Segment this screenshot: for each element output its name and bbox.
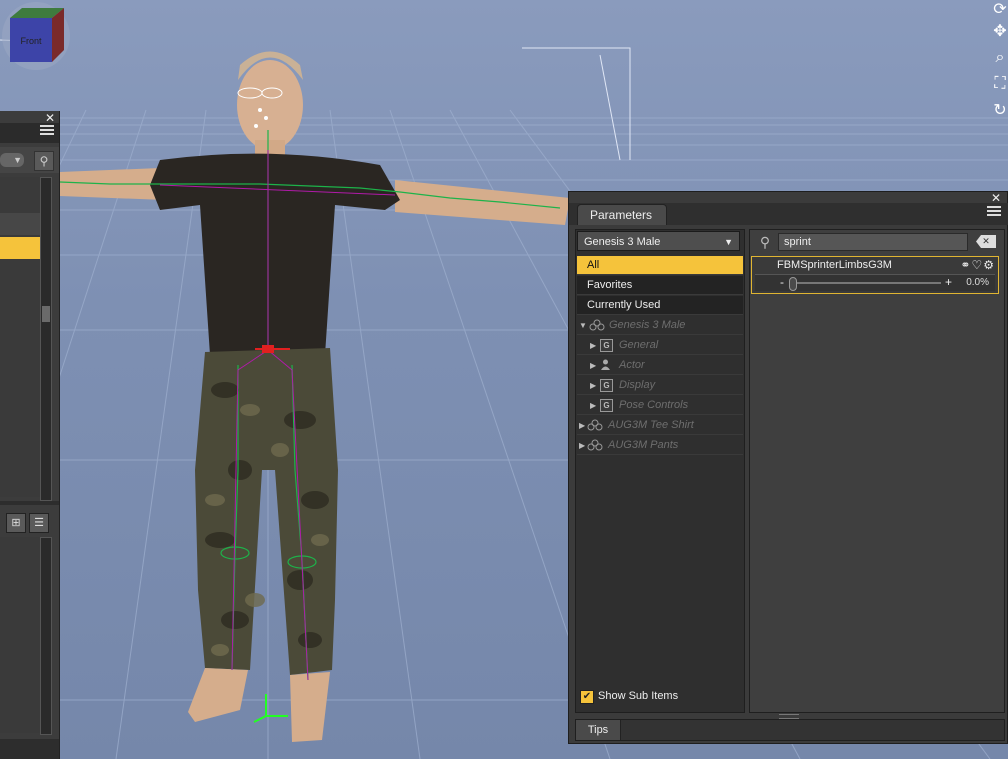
filter-currently-used[interactable]: Currently Used (577, 296, 743, 315)
tree-item-display[interactable]: ▶ G Display (577, 376, 743, 395)
figure-icon (589, 319, 605, 331)
node-select-value: Genesis 3 Male (584, 236, 661, 248)
axis-gizmo (253, 694, 288, 723)
left-pane: ✕ ▼ ⚲ ⊞ ☰ (0, 111, 60, 759)
node-select-dropdown[interactable]: Genesis 3 Male ▼ (577, 231, 740, 251)
expand-arrow-icon[interactable]: ▼ (579, 316, 587, 335)
search-input[interactable] (778, 233, 968, 251)
tree-item-label: Pose Controls (619, 399, 689, 411)
filter-favorites[interactable]: Favorites (577, 276, 743, 295)
clear-search-icon[interactable]: ✕ (976, 235, 996, 248)
show-sub-items[interactable]: ✔ Show Sub Items (580, 687, 740, 705)
property-icons: ⚭♡⚙ (960, 258, 995, 272)
chevron-down-icon: ▼ (724, 237, 733, 247)
pane-menu-icon[interactable] (40, 125, 54, 137)
filter-all[interactable]: All (577, 256, 743, 275)
search-icon[interactable]: ⚲ (754, 232, 776, 252)
tree-item-label: Genesis 3 Male (609, 319, 686, 331)
group-icon: G (600, 379, 613, 392)
list-item[interactable] (0, 213, 40, 235)
favorite-heart-icon[interactable]: ♡ (971, 258, 983, 272)
frame-icon[interactable]: ⛶ (990, 74, 1008, 94)
pan-icon[interactable]: ✥ (990, 22, 1008, 42)
zoom-icon[interactable]: ⌕ (990, 48, 1008, 68)
increment-button[interactable]: + (945, 275, 952, 289)
expand-arrow-icon[interactable]: ▶ (590, 356, 596, 375)
scrollbar-thumb[interactable] (42, 306, 50, 322)
expand-arrow-icon[interactable]: ▶ (579, 416, 585, 435)
view-cube[interactable]: Front (0, 0, 72, 72)
tree-item-general[interactable]: ▶ G General (577, 336, 743, 355)
list-view-icon[interactable]: ☰ (29, 513, 49, 533)
figure-icon (587, 419, 603, 431)
parameters-pane: ✕ Parameters Genesis 3 Male ▼ All Favori… (568, 191, 1008, 744)
pane-menu-icon[interactable] (987, 206, 1001, 218)
tree-item-label: Actor (619, 359, 645, 371)
show-sub-items-label: Show Sub Items (598, 690, 679, 702)
tree-item-aug3m-tee-shirt[interactable]: ▶ AUG3M Tee Shirt (577, 416, 743, 435)
tree-item-label: AUG3M Tee Shirt (608, 419, 694, 431)
tree-item-label: Display (619, 379, 656, 391)
list-item-selected[interactable] (0, 237, 40, 259)
gear-icon[interactable]: ⚙ (983, 258, 995, 272)
expand-arrow-icon[interactable]: ▶ (590, 376, 596, 395)
property-slider[interactable]: - + 0.0% (755, 274, 995, 291)
link-icon[interactable]: ⚭ (960, 258, 971, 272)
group-icon: G (600, 339, 613, 352)
view-cube-label: Front (20, 36, 42, 46)
tree-item-pose-controls[interactable]: ▶ G Pose Controls (577, 396, 743, 415)
expand-arrow-icon[interactable]: ▶ (590, 336, 596, 355)
parameters-filter-column: Genesis 3 Male ▼ All Favorites Currently… (575, 229, 745, 713)
pane-divider[interactable] (0, 501, 59, 505)
figure-icon (587, 439, 603, 451)
left-pane-content (0, 537, 40, 733)
expand-arrow-icon[interactable]: ▶ (579, 436, 585, 455)
scrollbar[interactable] (40, 537, 52, 735)
tab-parameters[interactable]: Parameters (577, 204, 667, 225)
tree-item-aug3m-pants[interactable]: ▶ AUG3M Pants (577, 436, 743, 455)
property-search: ⚲ ✕ (754, 232, 998, 252)
tips-button[interactable]: Tips (576, 720, 621, 740)
scrollbar[interactable] (40, 177, 52, 501)
decrement-button[interactable]: - (780, 275, 784, 289)
parameters-property-column: ⚲ ✕ FBMSprinterLimbsG3M ⚭♡⚙ - + 0.0% (749, 229, 1005, 713)
show-sub-items-checkbox[interactable]: ✔ (580, 690, 594, 704)
slider-handle[interactable] (789, 277, 797, 291)
left-pane-footer (0, 739, 59, 759)
grid-view-icon[interactable]: ⊞ (6, 513, 26, 533)
tree-item-actor[interactable]: ▶ Actor (577, 356, 743, 375)
expand-arrow-icon[interactable]: ▶ (590, 396, 596, 415)
orbit-icon[interactable]: ↻ (990, 101, 1008, 121)
tree-item-genesis-3-male[interactable]: ▼ Genesis 3 Male (577, 316, 743, 335)
parameters-footer: Tips (575, 719, 1005, 741)
tree-item-label: General (619, 339, 659, 351)
search-icon[interactable]: ⚲ (34, 151, 54, 171)
actor-icon (601, 359, 610, 370)
tree-item-label: AUG3M Pants (608, 439, 679, 451)
rotate-icon[interactable]: ⟳ (990, 0, 1008, 20)
database-icon[interactable]: ▼ (0, 153, 24, 167)
property-slider-row[interactable]: FBMSprinterLimbsG3M ⚭♡⚙ - + 0.0% (751, 256, 999, 294)
figure-body (60, 51, 570, 742)
slider-track[interactable] (791, 282, 941, 284)
property-name: FBMSprinterLimbsG3M (777, 259, 892, 271)
group-icon: G (600, 399, 613, 412)
property-value[interactable]: 0.0% (966, 275, 989, 290)
